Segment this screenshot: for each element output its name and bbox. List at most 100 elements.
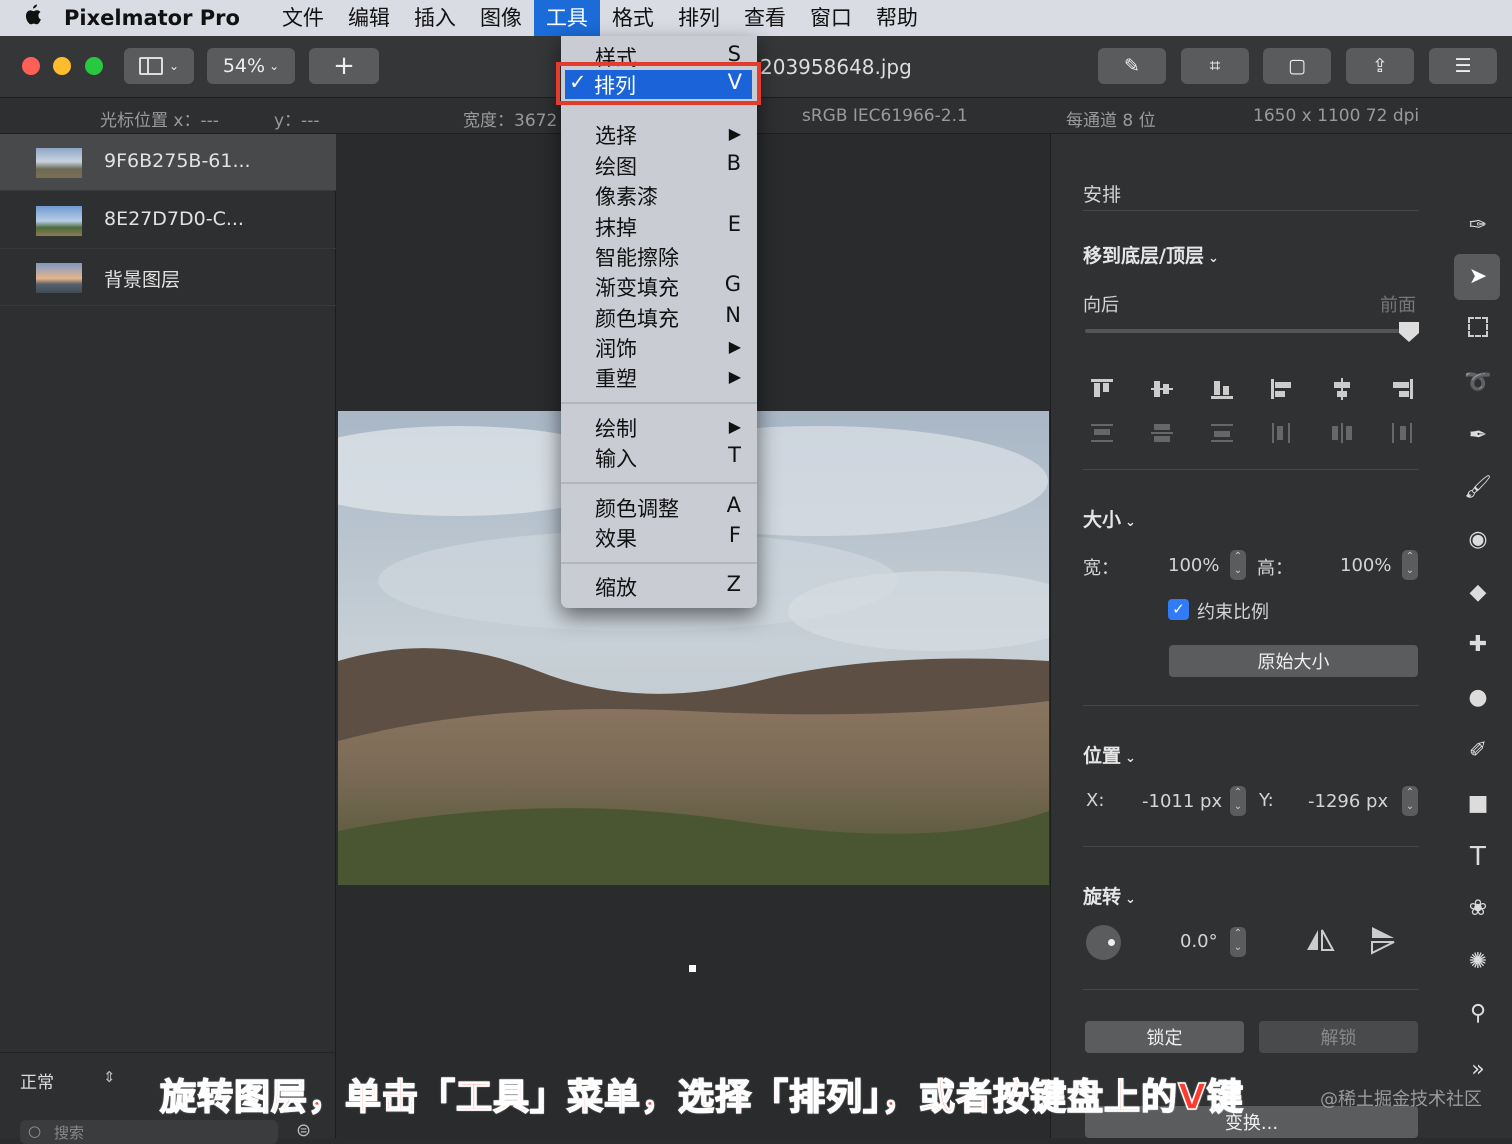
- search-placeholder: 搜索: [54, 1124, 85, 1142]
- menu-item-erase[interactable]: 抹掉 E: [561, 210, 757, 240]
- share-button[interactable]: ⇪: [1346, 48, 1414, 84]
- color-adjust-tool-icon[interactable]: ❀: [1462, 893, 1494, 925]
- flip-vertical-icon[interactable]: [1370, 925, 1396, 955]
- menu-item-color-adjust[interactable]: 颜色调整 A: [561, 491, 757, 521]
- menu-item-reshape[interactable]: 重塑 ▶: [561, 361, 757, 391]
- menu-item-gradient-fill[interactable]: 渐变填充 G: [561, 270, 757, 300]
- rect-select-tool-icon[interactable]: [1462, 315, 1494, 347]
- lasso-tool-icon[interactable]: ➰: [1462, 367, 1494, 399]
- width-field[interactable]: 100%: [1168, 555, 1219, 576]
- distribute-top-icon: [1089, 421, 1115, 445]
- rotation-field[interactable]: 0.0°: [1180, 931, 1218, 952]
- x-field[interactable]: -1011 px: [1142, 791, 1222, 812]
- layer-search-field[interactable]: ○ 搜索: [20, 1120, 278, 1144]
- paint-brush-tool-icon[interactable]: 🖌: [1462, 472, 1494, 504]
- adjust-button[interactable]: ☰: [1429, 48, 1497, 84]
- cursor-x: 光标位置 x：---: [100, 111, 219, 131]
- menu-item-select[interactable]: 选择 ▶: [561, 118, 757, 148]
- zoom-select[interactable]: 54% ⌄: [207, 48, 295, 84]
- menu-image[interactable]: 图像: [468, 0, 534, 36]
- height-field[interactable]: 100%: [1340, 555, 1391, 576]
- chevron-down-icon: ⌄: [1125, 892, 1136, 907]
- unlock-button[interactable]: 解锁: [1259, 1021, 1418, 1053]
- layer-row[interactable]: 9F6B275B-61...: [0, 134, 336, 191]
- size-section[interactable]: 大小 ⌄: [1083, 505, 1136, 532]
- watermark: @稀土掘金技术社区: [1320, 1089, 1482, 1110]
- menu-format[interactable]: 格式: [600, 0, 666, 36]
- menu-item-zoom[interactable]: 缩放 Z: [561, 570, 757, 600]
- zoom-window-button[interactable]: [85, 57, 103, 75]
- crop-button[interactable]: ⌗: [1181, 48, 1249, 84]
- align-vcenter-icon[interactable]: [1149, 377, 1175, 401]
- color-picker-tool-icon[interactable]: ✒: [1462, 420, 1494, 452]
- close-window-button[interactable]: [22, 57, 40, 75]
- menu-item-pixel-paint[interactable]: 像素漆: [561, 179, 757, 209]
- more-tools-icon[interactable]: »: [1462, 1054, 1494, 1086]
- apple-icon[interactable]: [0, 4, 64, 32]
- menu-edit[interactable]: 编辑: [336, 0, 402, 36]
- y-field[interactable]: -1296 px: [1308, 791, 1388, 812]
- document-button[interactable]: ▢: [1263, 48, 1331, 84]
- width-stepper[interactable]: ⌃ ⌄: [1230, 550, 1246, 580]
- document-icon: ▢: [1288, 55, 1306, 77]
- align-hcenter-icon[interactable]: [1329, 377, 1355, 401]
- constrain-checkbox[interactable]: ✓: [1168, 599, 1189, 620]
- layer-row[interactable]: 8E27D7D0-C...: [0, 192, 336, 249]
- menu-item-paint[interactable]: 绘图 B: [561, 149, 757, 179]
- paint-bucket-tool-icon[interactable]: ◉: [1462, 524, 1494, 556]
- zoom-tool-icon[interactable]: ⚲: [1462, 998, 1494, 1030]
- blend-mode-select[interactable]: 正常: [20, 1068, 54, 1093]
- distort-tool-icon[interactable]: ●: [1462, 682, 1494, 714]
- menu-item-smart-erase[interactable]: 智能擦除: [561, 240, 757, 270]
- canvas-handle[interactable]: [689, 965, 696, 972]
- align-bottom-icon[interactable]: [1209, 377, 1235, 401]
- minimize-window-button[interactable]: [53, 57, 71, 75]
- align-left-icon[interactable]: [1269, 377, 1295, 401]
- distribute-bottom-icon: [1209, 421, 1235, 445]
- sidebar-toggle-button[interactable]: ⌄: [124, 48, 194, 84]
- flip-horizontal-icon[interactable]: [1305, 928, 1335, 952]
- effects-tool-icon[interactable]: ✺: [1462, 946, 1494, 978]
- menu-item-effects[interactable]: 效果 F: [561, 521, 757, 551]
- align-right-icon[interactable]: [1389, 377, 1415, 401]
- height-stepper[interactable]: ⌃ ⌄: [1402, 550, 1418, 580]
- search-icon: ○: [28, 1122, 42, 1140]
- menu-help[interactable]: 帮助: [864, 0, 930, 36]
- y-stepper[interactable]: ⌃ ⌄: [1402, 786, 1418, 816]
- lock-button[interactable]: 锁定: [1085, 1021, 1244, 1053]
- rotate-section[interactable]: 旋转 ⌄: [1083, 882, 1136, 909]
- eraser-tool-icon[interactable]: ◆: [1462, 577, 1494, 609]
- style-tool-icon[interactable]: ✑: [1462, 210, 1494, 242]
- menu-item-type[interactable]: 输入 T: [561, 441, 757, 471]
- menu-view[interactable]: 查看: [732, 0, 798, 36]
- menu-file[interactable]: 文件: [270, 0, 336, 36]
- menu-arrange[interactable]: 排列: [666, 0, 732, 36]
- app-name[interactable]: Pixelmator Pro: [64, 6, 240, 30]
- original-size-button[interactable]: 原始大小: [1169, 645, 1418, 677]
- order-back-label: 向后: [1083, 295, 1119, 316]
- menu-tools[interactable]: 工具: [533, 0, 600, 36]
- type-tool-icon[interactable]: T: [1462, 841, 1494, 873]
- x-label: X:: [1086, 790, 1105, 811]
- menu-insert[interactable]: 插入: [402, 0, 468, 36]
- menu-item-retouch[interactable]: 润饰 ▶: [561, 331, 757, 361]
- order-section[interactable]: 移到底层/顶层 ⌄: [1083, 241, 1219, 268]
- menu-item-draw[interactable]: 绘制 ▶: [561, 411, 757, 441]
- highlight-box: [556, 62, 761, 105]
- layer-row[interactable]: 背景图层: [0, 249, 336, 306]
- add-button[interactable]: +: [309, 48, 379, 84]
- position-section[interactable]: 位置 ⌄: [1083, 741, 1136, 768]
- rotation-stepper[interactable]: ⌃ ⌄: [1230, 927, 1246, 957]
- align-top-icon[interactable]: [1089, 377, 1115, 401]
- pen-tool-icon[interactable]: ✐: [1462, 735, 1494, 767]
- shape-tool-icon[interactable]: ■: [1462, 788, 1494, 820]
- order-front-label: 前面: [1380, 295, 1416, 316]
- menu-item-color-fill[interactable]: 颜色填充 N: [561, 301, 757, 331]
- x-stepper[interactable]: ⌃ ⌄: [1230, 786, 1246, 816]
- menu-window[interactable]: 窗口: [798, 0, 864, 36]
- menu-separator: [561, 482, 757, 484]
- rotation-dial[interactable]: [1086, 925, 1121, 960]
- brush-preset-button[interactable]: ✎: [1098, 48, 1166, 84]
- order-slider[interactable]: [1085, 329, 1415, 333]
- bandage-tool-icon[interactable]: ✚: [1462, 629, 1494, 661]
